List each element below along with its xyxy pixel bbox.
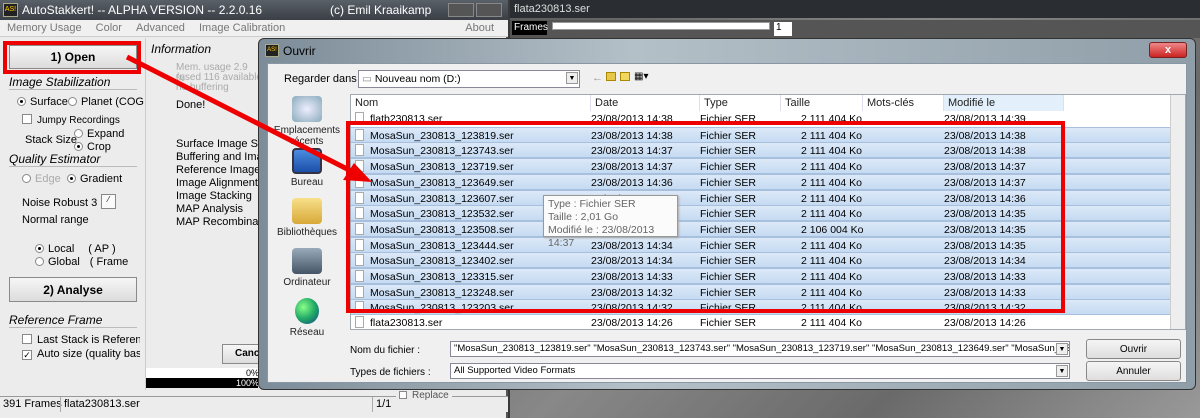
annotation-arrow-icon — [125, 54, 372, 182]
